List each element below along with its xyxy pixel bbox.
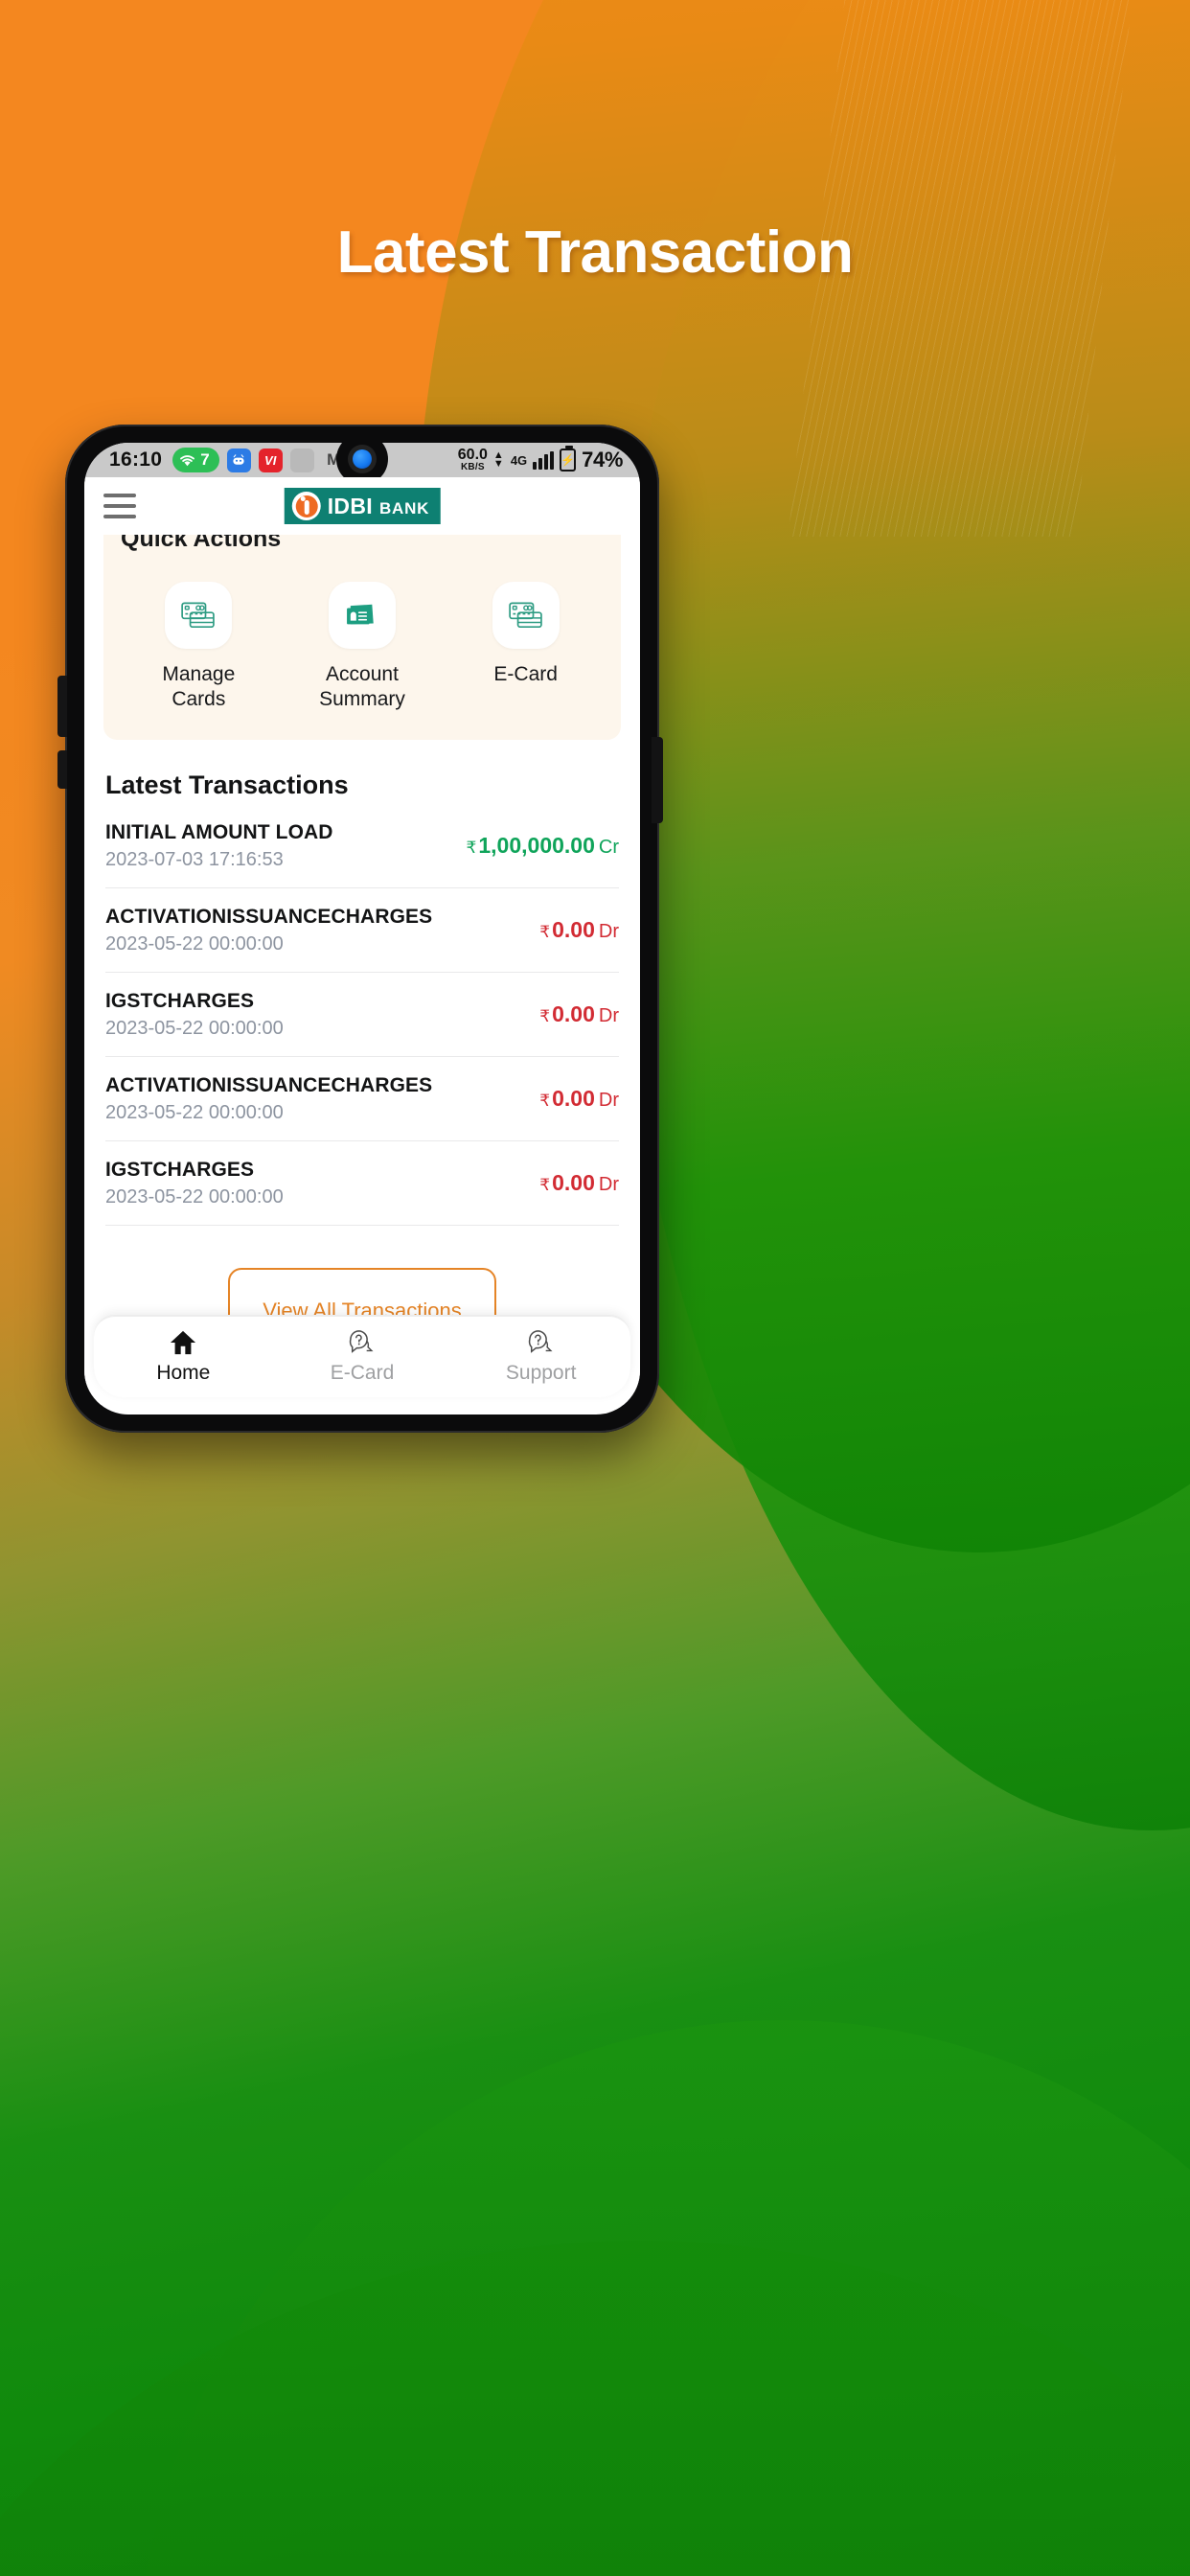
nav-label: Home bbox=[156, 1361, 211, 1384]
signal-bars-icon bbox=[533, 450, 555, 470]
transaction-amount: ₹0.00 Dr bbox=[539, 1170, 619, 1196]
nav-item-ecard[interactable]: E-Card bbox=[273, 1329, 452, 1385]
transaction-info: INITIAL AMOUNT LOAD 2023-07-03 17:16:53 bbox=[105, 821, 333, 871]
network-speed: 60.0 KB/S bbox=[458, 448, 488, 472]
quick-action-manage-cards[interactable]: Manage Cards bbox=[117, 582, 281, 711]
amount-value: 1,00,000.00 bbox=[478, 833, 595, 858]
phone-power-button bbox=[652, 737, 663, 823]
transaction-date: 2023-05-22 00:00:00 bbox=[105, 1017, 284, 1039]
amount-type: Cr bbox=[598, 837, 619, 858]
transaction-name: INITIAL AMOUNT LOAD bbox=[105, 820, 333, 843]
transaction-name: IGSTCHARGES bbox=[105, 1158, 255, 1181]
quick-action-label: Account Summary bbox=[319, 663, 405, 710]
rupee-symbol: ₹ bbox=[539, 1007, 551, 1025]
amount-value: 0.00 bbox=[552, 1086, 595, 1111]
app-scroll-content[interactable]: Quick Actions Manage Cards Account Summa… bbox=[84, 535, 640, 1405]
transaction-amount: ₹0.00 Dr bbox=[539, 1086, 619, 1112]
phone-body: 16:10 7 VI M 60.0 KB/S ▲ ▼ 4G ⚡ 74% IDBI… bbox=[57, 425, 663, 1433]
amount-value: 0.00 bbox=[552, 917, 595, 942]
bottom-navigation: Home E-Card Support bbox=[94, 1315, 630, 1397]
battery-icon: ⚡ bbox=[560, 446, 577, 472]
phone-screen: 16:10 7 VI M 60.0 KB/S ▲ ▼ 4G ⚡ 74% IDBI… bbox=[84, 443, 640, 1414]
quick-action-label: E-Card bbox=[493, 663, 558, 685]
idbi-bank-logo: IDBI BANK bbox=[284, 488, 441, 524]
amount-type: Dr bbox=[598, 1005, 619, 1026]
transaction-date: 2023-05-22 00:00:00 bbox=[105, 1101, 284, 1123]
transaction-amount: ₹1,00,000.00 Cr bbox=[467, 833, 619, 859]
app-header: IDBI BANK bbox=[84, 477, 640, 535]
transaction-date: 2023-05-22 00:00:00 bbox=[105, 1185, 284, 1208]
status-time: 16:10 bbox=[109, 448, 163, 471]
latest-transactions-title: Latest Transactions bbox=[105, 770, 349, 799]
network-speed-unit: KB/S bbox=[461, 462, 485, 472]
quick-actions-row: Manage Cards Account Summary E-Card bbox=[117, 582, 607, 711]
table-row[interactable]: IGSTCHARGES 2023-05-22 00:00:00 ₹0.00 Dr bbox=[105, 1141, 619, 1226]
nav-label: Support bbox=[505, 1361, 577, 1384]
help-bubble-icon bbox=[528, 1329, 553, 1353]
phone-mockup: 16:10 7 VI M 60.0 KB/S ▲ ▼ 4G ⚡ 74% IDBI… bbox=[57, 425, 1129, 2389]
vi-app-icon: VI bbox=[258, 448, 283, 472]
transaction-date: 2023-07-03 17:16:53 bbox=[105, 848, 284, 870]
status-bar: 16:10 7 VI M 60.0 KB/S ▲ ▼ 4G ⚡ 74% bbox=[84, 443, 640, 485]
transaction-amount: ₹0.00 Dr bbox=[539, 917, 619, 943]
amount-value: 0.00 bbox=[552, 1001, 595, 1026]
quick-actions-card: Quick Actions Manage Cards Account Summa… bbox=[103, 535, 621, 740]
idbi-emblem-icon bbox=[291, 492, 321, 520]
network-type: 4G bbox=[510, 452, 528, 468]
status-right-cluster: 60.0 KB/S ▲ ▼ 4G ⚡ 74% bbox=[458, 446, 623, 472]
rupee-symbol: ₹ bbox=[539, 1176, 551, 1194]
rupee-symbol: ₹ bbox=[539, 923, 551, 941]
table-row[interactable]: INITIAL AMOUNT LOAD 2023-07-03 17:16:53 … bbox=[105, 804, 619, 888]
android-icon bbox=[226, 448, 251, 472]
brand-name: IDBI BANK bbox=[327, 493, 430, 518]
wifi-count: 7 bbox=[200, 450, 210, 469]
account-summary-icon bbox=[329, 582, 396, 649]
phone-volume-up-button bbox=[57, 676, 67, 737]
network-speed-value: 60.0 bbox=[457, 447, 488, 463]
transaction-name: IGSTCHARGES bbox=[105, 989, 255, 1012]
transaction-info: IGSTCHARGES 2023-05-22 00:00:00 bbox=[105, 990, 284, 1040]
battery-percent: 74% bbox=[582, 448, 623, 472]
transaction-amount: ₹0.00 Dr bbox=[539, 1001, 619, 1027]
rupee-symbol: ₹ bbox=[539, 1092, 551, 1110]
cards-icon bbox=[165, 582, 233, 649]
wifi-status-pill: 7 bbox=[172, 448, 219, 472]
transaction-date: 2023-05-22 00:00:00 bbox=[105, 932, 284, 954]
quick-actions-title: Quick Actions bbox=[121, 535, 282, 552]
hamburger-icon[interactable] bbox=[103, 494, 136, 518]
amount-value: 0.00 bbox=[552, 1170, 595, 1195]
amount-type: Dr bbox=[598, 1174, 619, 1195]
transaction-name: ACTIVATIONISSUANCECHARGES bbox=[105, 1073, 433, 1096]
phone-volume-down-button bbox=[57, 750, 67, 789]
transaction-info: ACTIVATIONISSUANCECHARGES 2023-05-22 00:… bbox=[105, 906, 432, 955]
help-bubble-icon bbox=[349, 1329, 374, 1353]
nav-label: E-Card bbox=[330, 1361, 395, 1384]
transaction-info: IGSTCHARGES 2023-05-22 00:00:00 bbox=[105, 1159, 284, 1208]
transaction-name: ACTIVATIONISSUANCECHARGES bbox=[105, 905, 433, 928]
table-row[interactable]: ACTIVATIONISSUANCECHARGES 2023-05-22 00:… bbox=[105, 888, 619, 973]
transactions-list: INITIAL AMOUNT LOAD 2023-07-03 17:16:53 … bbox=[84, 804, 640, 1226]
home-icon bbox=[171, 1330, 196, 1354]
quick-action-account-summary[interactable]: Account Summary bbox=[281, 582, 445, 711]
table-row[interactable]: ACTIVATIONISSUANCECHARGES 2023-05-22 00:… bbox=[105, 1057, 619, 1141]
rupee-symbol: ₹ bbox=[466, 839, 477, 857]
ecard-icon bbox=[492, 582, 560, 649]
nav-item-support[interactable]: Support bbox=[451, 1329, 630, 1385]
promo-title: Latest Transaction bbox=[336, 219, 854, 286]
wifi-icon bbox=[180, 454, 195, 466]
amount-type: Dr bbox=[598, 1090, 619, 1111]
nav-item-home[interactable]: Home bbox=[94, 1329, 273, 1385]
table-row[interactable]: IGSTCHARGES 2023-05-22 00:00:00 ₹0.00 Dr bbox=[105, 973, 619, 1057]
quick-action-ecard[interactable]: E-Card bbox=[444, 582, 607, 711]
quick-action-label: Manage Cards bbox=[162, 663, 236, 710]
transaction-info: ACTIVATIONISSUANCECHARGES 2023-05-22 00:… bbox=[105, 1074, 432, 1124]
data-arrows-icon: ▲ ▼ bbox=[492, 448, 504, 470]
whatsapp-icon bbox=[289, 448, 314, 472]
amount-type: Dr bbox=[598, 921, 619, 942]
